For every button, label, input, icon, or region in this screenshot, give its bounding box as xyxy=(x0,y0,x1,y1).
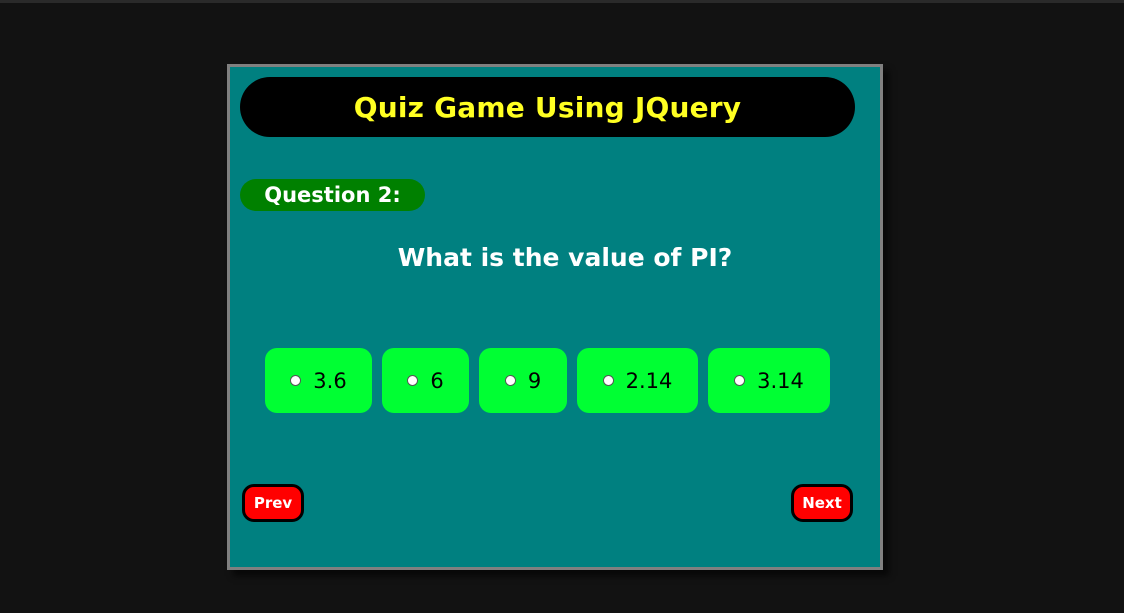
question-text: What is the value of PI? xyxy=(397,243,733,272)
question-number-badge: Question 2: xyxy=(240,179,425,211)
option-6[interactable]: 6 xyxy=(382,348,469,413)
option-label: 3.14 xyxy=(757,368,804,393)
prev-button[interactable]: Prev xyxy=(242,484,304,522)
option-label: 9 xyxy=(527,368,542,393)
option-3-6[interactable]: 3.6 xyxy=(265,348,372,413)
next-button[interactable]: Next xyxy=(791,484,853,522)
option-label: 3.6 xyxy=(313,368,347,393)
quiz-container: Quiz Game Using JQuery Question 2: What … xyxy=(227,64,883,570)
option-2-14[interactable]: 2.14 xyxy=(577,348,698,413)
option-label: 6 xyxy=(430,368,444,393)
radio-button[interactable] xyxy=(290,375,302,386)
radio-button[interactable] xyxy=(504,375,516,386)
radio-button[interactable] xyxy=(734,375,746,386)
radio-button[interactable] xyxy=(602,375,614,386)
option-3-14[interactable]: 3.14 xyxy=(708,348,830,413)
header-bar: Quiz Game Using JQuery xyxy=(240,77,855,137)
option-9[interactable]: 9 xyxy=(479,348,567,413)
option-label: 2.14 xyxy=(625,368,673,393)
page-title: Quiz Game Using JQuery xyxy=(353,90,742,124)
top-border xyxy=(0,0,1124,3)
radio-button[interactable] xyxy=(407,375,419,386)
